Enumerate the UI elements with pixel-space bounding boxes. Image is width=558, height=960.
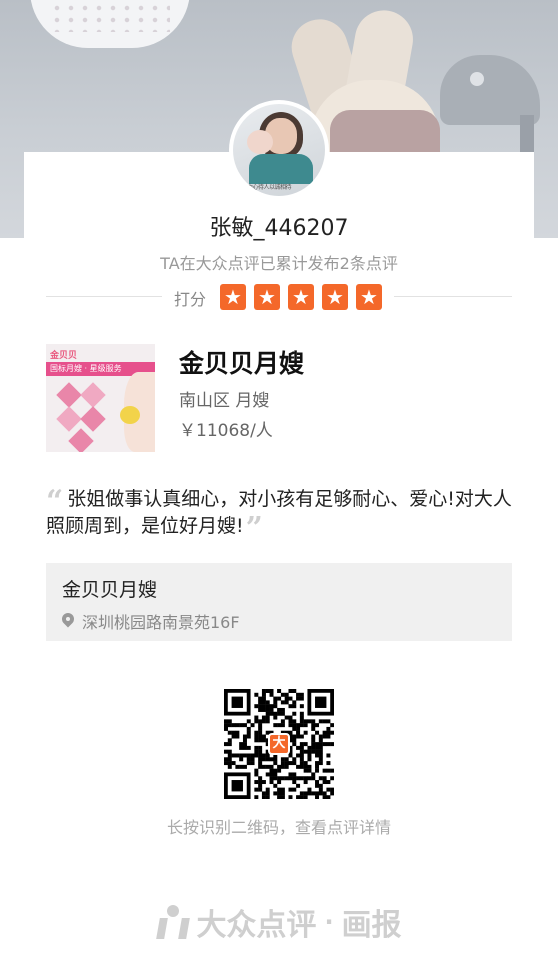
rating-label: 打分 [174,290,207,309]
star-icon: ★ [322,284,348,310]
star-icon: ★ [356,284,382,310]
qr-code[interactable]: 大 [224,689,335,800]
rating-row: 打分 ★ ★ ★ ★ ★ [46,284,512,310]
star-icon: ★ [254,284,280,310]
user-review-summary: TA在大众点评已累计发布2条点评 [160,254,398,273]
divider-left [46,296,162,297]
address-line: 深圳桃园路南景苑16F [62,609,240,633]
shop-card[interactable]: 金贝贝 国标月嫂 · 星级服务 金贝贝月嫂 南山区 月嫂 ￥11068/人 [46,344,512,452]
shop-name: 金贝贝月嫂 [179,349,305,378]
dianping-person-icon [156,905,191,939]
location-pin-icon [62,613,74,629]
brand-name: 大众点评 [196,908,317,943]
shop-price: ￥11068/人 [179,421,273,441]
rating-stars: ★ ★ ★ ★ ★ [220,284,390,310]
brand-separator: · [324,908,334,936]
star-icon: ★ [220,284,246,310]
shop-thumbnail: 金贝贝 国标月嫂 · 星级服务 [46,344,155,452]
dianping-logo-icon: 大 [268,733,290,755]
divider-right [394,296,512,297]
review-quote: “张姐做事认真细心，对小孩有足够耐心、爱心!对大人照顾周到，是位好月嫂!” [46,484,512,544]
brand-product: 画报 [341,908,402,943]
address-box[interactable]: 金贝贝月嫂 深圳桃园路南景苑16F [46,563,512,641]
review-text: 张姐做事认真细心，对小孩有足够耐心、爱心!对大人照顾周到，是位好月嫂! [46,488,512,537]
cloud-decoration [30,0,190,48]
avatar[interactable]: 由心待人以诚相待 [229,100,329,200]
brand-footer: 大众点评 · 画报 [0,900,558,944]
avatar-signature: 由心待人以诚相待 [247,184,292,191]
open-quote-icon: “ [46,484,64,519]
star-icon: ★ [288,284,314,310]
qr-hint: 长按识别二维码，查看点评详情 [166,818,391,837]
address-shop-name: 金贝贝月嫂 [62,579,158,601]
shop-category: 南山区 月嫂 [179,391,270,411]
user-name[interactable]: 张敏_446207 [0,210,558,242]
shop-thumbnail-logo: 金贝贝 [50,351,78,361]
avatar-photo: 由心待人以诚相待 [233,104,325,196]
address-text: 深圳桃园路南景苑16F [82,613,240,632]
close-quote-icon: ” [245,511,263,546]
